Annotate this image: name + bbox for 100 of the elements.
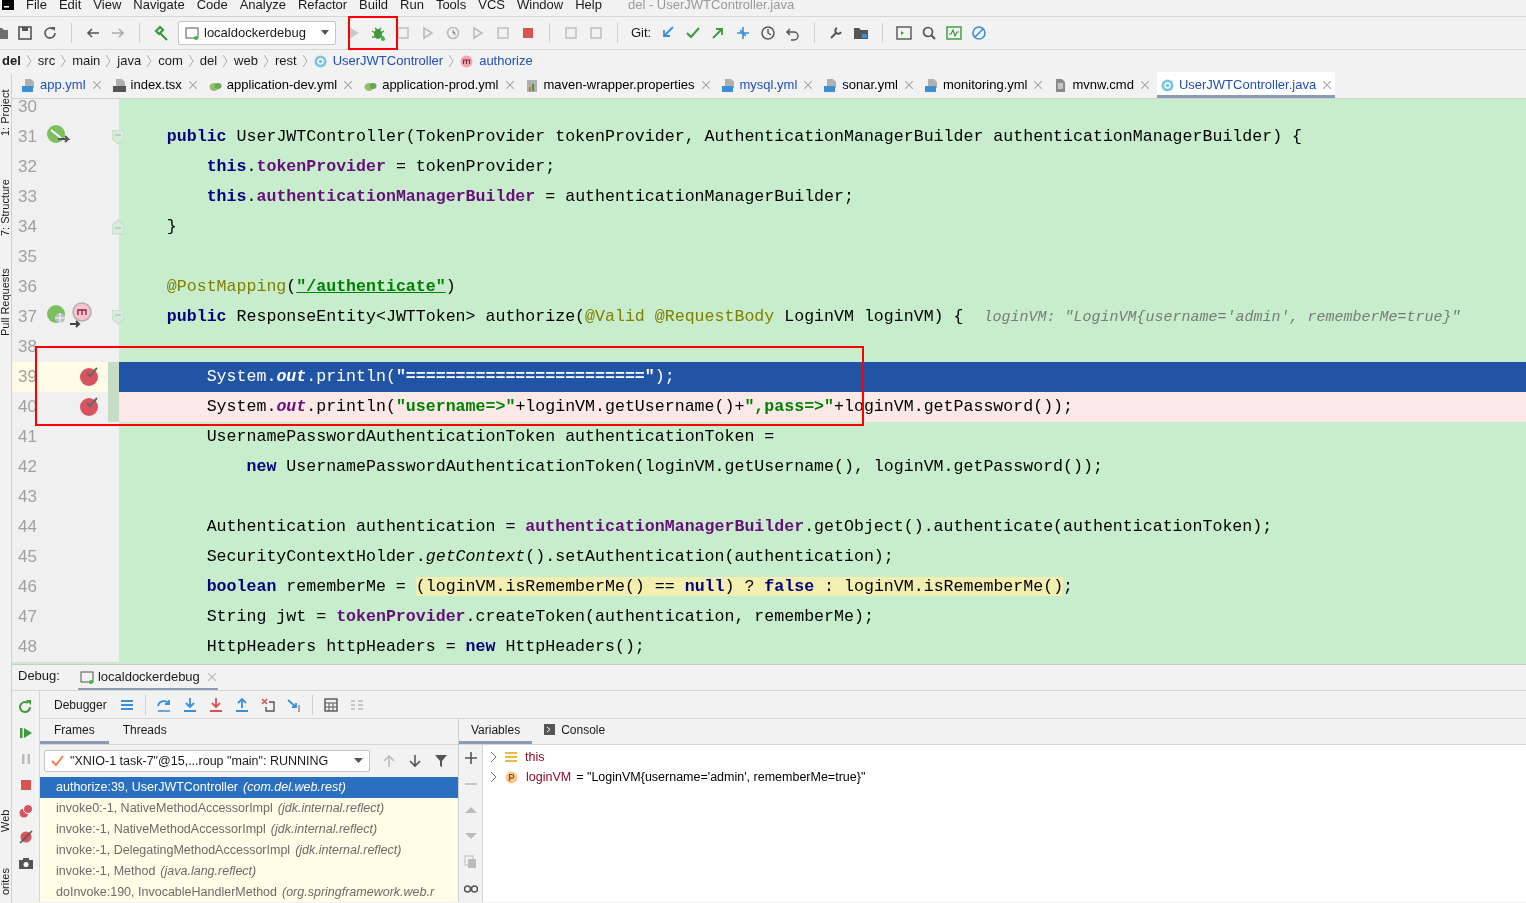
stop-icon[interactable] xyxy=(520,25,536,41)
code-line: Authentication authentication = authenticationManagerBuilder.getObject().authenticate(authenticationToken); xyxy=(205,516,1273,538)
code-line: HttpHeaders httpHeaders = new HttpHeaders(); xyxy=(205,636,645,658)
merge-icon[interactable] xyxy=(735,25,752,41)
editor-tab[interactable]: maven-wrapper.properties xyxy=(521,72,714,98)
session-tab[interactable]: localdockerdebug xyxy=(77,666,218,690)
tool-window-label[interactable]: Pull Requests xyxy=(0,268,11,336)
breadcrumb-item[interactable]: web xyxy=(234,51,258,71)
add-icon[interactable] xyxy=(463,751,478,765)
commit-icon[interactable] xyxy=(685,25,702,41)
stack-frame[interactable]: invoke:-1, DelegatingMethodAccessorImpl (jdk.internal.reflect) xyxy=(40,840,458,861)
step-icon[interactable] xyxy=(470,25,486,41)
breadcrumb-item[interactable]: rest xyxy=(274,51,297,71)
menu-item[interactable]: Tools xyxy=(435,0,467,11)
stack-frame[interactable]: invoke:-1, NativeMethodAccessorImpl (jdk.internal.reflect) xyxy=(40,819,458,840)
step-into-icon[interactable] xyxy=(181,696,198,713)
camera-icon[interactable] xyxy=(17,855,34,871)
activity-icon[interactable] xyxy=(946,25,963,41)
editor-tab[interactable]: sonar.yml xyxy=(820,72,917,98)
menu-item[interactable]: Code xyxy=(196,0,228,11)
editor-tab[interactable]: app.yml xyxy=(18,72,105,98)
editor-tab[interactable]: mysql.yml xyxy=(717,72,817,98)
terminal-icon[interactable] xyxy=(896,25,913,41)
editor-tab[interactable]: monitoring.yml xyxy=(920,72,1047,98)
method-marker-icon[interactable] xyxy=(70,302,92,328)
editor-tab[interactable]: index.tsx xyxy=(108,72,201,98)
menu-item[interactable]: Refactor xyxy=(297,0,348,11)
tool-window-label[interactable]: 7: Structure xyxy=(0,179,11,236)
menu-item[interactable]: Help xyxy=(575,0,602,11)
debug-bug-icon[interactable] xyxy=(370,25,386,41)
menu-item[interactable]: Run xyxy=(400,0,424,11)
arrow-down-icon[interactable] xyxy=(408,754,422,768)
menu-item[interactable]: Navigate xyxy=(133,0,185,11)
menu-item[interactable]: View xyxy=(93,0,122,11)
line-number: 43 xyxy=(17,486,38,509)
breadcrumb-item[interactable]: authorize xyxy=(479,51,533,71)
rollback-icon[interactable] xyxy=(785,25,802,41)
fold-marker-icon[interactable] xyxy=(112,130,124,145)
stack-frame[interactable]: doInvoke:190, InvocableHandlerMethod (org.springframework.web.r xyxy=(40,882,458,902)
resume-icon[interactable] xyxy=(17,725,34,741)
tool-window-label[interactable]: 1: Project xyxy=(0,89,11,136)
breadcrumb-item[interactable]: java xyxy=(117,51,142,71)
run-to-cursor-icon[interactable] xyxy=(285,696,302,713)
menu-item[interactable]: Analyze xyxy=(239,0,286,11)
fold-marker-icon[interactable] xyxy=(112,310,124,325)
stack-frame[interactable]: authorize:39, UserJWTController (com.del.web.rest) xyxy=(40,777,458,798)
settings-icon[interactable] xyxy=(828,25,845,41)
build-icon[interactable] xyxy=(153,25,169,41)
step-out-icon[interactable] xyxy=(233,696,250,713)
breadcrumb-item[interactable]: src xyxy=(37,51,56,71)
menu-item[interactable]: Edit xyxy=(58,0,82,11)
rerun-icon[interactable] xyxy=(17,699,34,715)
menu-item[interactable]: File xyxy=(26,0,47,11)
panel-tab[interactable]: Threads xyxy=(108,718,181,744)
project-structure-icon[interactable] xyxy=(853,25,870,41)
breadcrumb-item[interactable]: UserJWTController xyxy=(332,51,444,71)
stack-frame[interactable]: invoke:-1, Method (java.lang.reflect) xyxy=(40,861,458,882)
breadcrumb-item[interactable]: del xyxy=(199,51,218,71)
save-icon[interactable] xyxy=(17,25,33,41)
mute-breakpoints-icon[interactable] xyxy=(17,829,34,845)
panel-tab[interactable]: Frames xyxy=(40,718,109,744)
fold-marker-icon[interactable] xyxy=(112,220,124,235)
drop-frame-icon[interactable] xyxy=(259,696,276,713)
menu-item[interactable]: Window xyxy=(516,0,564,11)
debugger-tab[interactable]: Debugger xyxy=(54,695,107,714)
calculator-icon[interactable] xyxy=(322,696,339,713)
no-entry-icon[interactable] xyxy=(971,25,988,41)
stack-frame[interactable]: invoke0:-1, NativeMethodAccessorImpl (jdk.internal.reflect) xyxy=(40,798,458,819)
editor-tab[interactable]: application-prod.yml xyxy=(360,72,518,98)
breakpoint-icon[interactable] xyxy=(79,395,101,417)
chevron-icon xyxy=(147,55,153,67)
force-step-into-icon[interactable] xyxy=(207,696,224,713)
breadcrumb-item[interactable]: del xyxy=(2,51,21,71)
panel-tab[interactable]: Console xyxy=(532,718,618,744)
run-config-dropdown[interactable]: localdockerdebug xyxy=(178,21,336,45)
copy-icon[interactable] xyxy=(463,855,478,869)
profile-icon[interactable] xyxy=(445,25,461,41)
tool-window-label[interactable]: orites xyxy=(0,868,11,895)
history-icon[interactable] xyxy=(760,25,777,41)
breadcrumb-item[interactable]: main xyxy=(72,51,101,71)
tool-window-label[interactable]: Web xyxy=(0,809,11,832)
attach-icon[interactable] xyxy=(395,25,411,41)
menu-item[interactable]: VCS xyxy=(478,0,505,11)
breakpoint-icon[interactable] xyxy=(79,365,101,387)
editor-tab[interactable]: UserJWTController.java xyxy=(1156,72,1336,98)
arrow-up-icon[interactable] xyxy=(382,754,396,768)
close-icon xyxy=(904,81,913,89)
editor-tab[interactable]: application-dev.yml xyxy=(204,72,357,98)
editor-tab[interactable]: mvnw.cmd xyxy=(1050,72,1153,98)
search-icon[interactable] xyxy=(921,25,938,41)
filter-icon[interactable] xyxy=(434,754,448,768)
variable-entry[interactable]: this xyxy=(525,747,545,767)
sync-icon[interactable] xyxy=(42,25,58,41)
thread-dropdown[interactable]: "XNIO-1 task-7"@15,...roup "main": RUNNING xyxy=(44,750,370,772)
code-line: new UsernamePasswordAuthenticationToken(loginVM.getUsername(), loginVM.getPassword()); xyxy=(245,456,1103,478)
coverage-icon[interactable] xyxy=(420,25,436,41)
menu-item[interactable]: Build xyxy=(359,0,388,11)
breakpoints-icon[interactable] xyxy=(17,803,34,819)
breadcrumb-item[interactable]: com xyxy=(158,51,183,71)
variable-entry[interactable]: loginVM = "LoginVM{username='admin', rememberMe=true}" xyxy=(526,767,866,787)
